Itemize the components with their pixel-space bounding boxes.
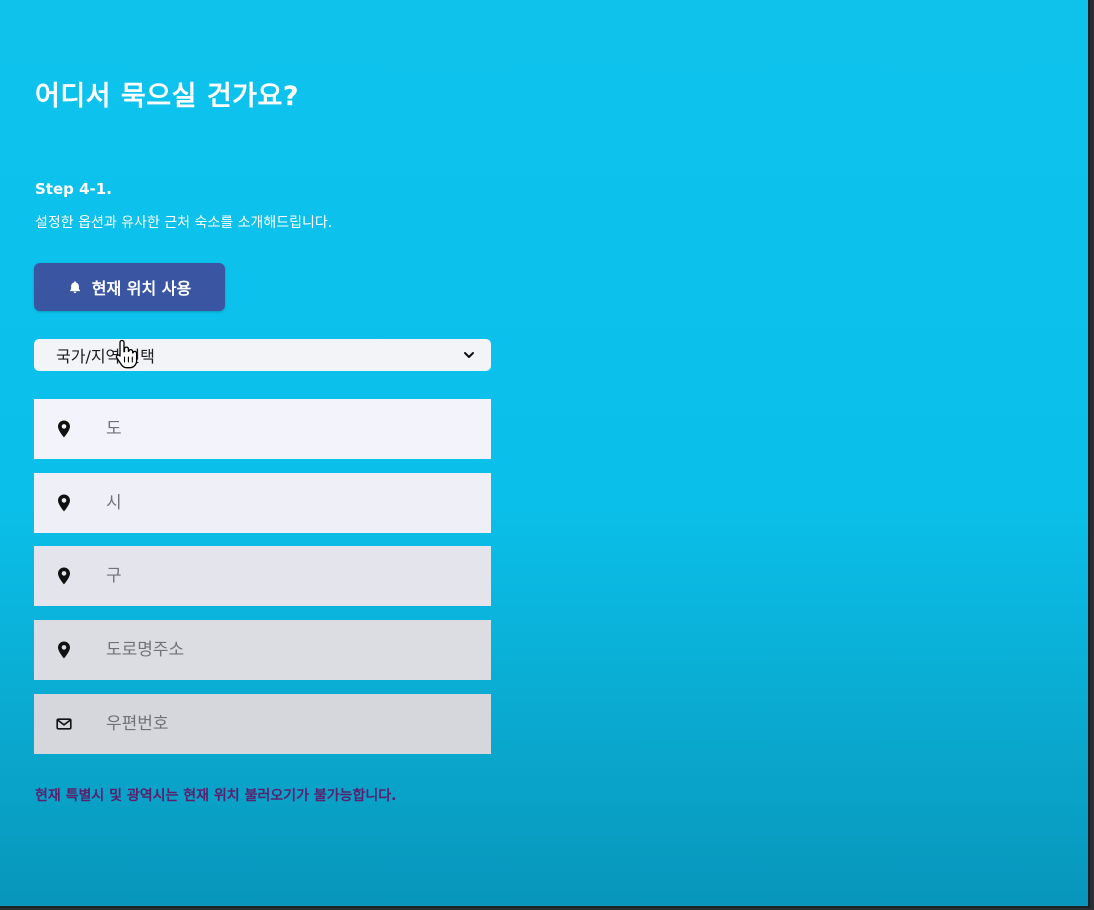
- street-address-field[interactable]: [34, 620, 491, 680]
- city-input[interactable]: [104, 492, 468, 514]
- page-container: 어디서 묵으실 건가요? Step 4-1. 설정한 옵션과 유사한 근처 숙소…: [0, 0, 1090, 908]
- location-notice: 현재 특별시 및 광역시는 현재 위치 불러오기가 불가능합니다.: [35, 788, 397, 804]
- step-description: 설정한 옵션과 유사한 근처 숙소를 소개해드립니다.: [35, 215, 333, 231]
- map-pin-icon: [56, 420, 72, 438]
- hand-cursor-icon: [115, 338, 139, 370]
- bell-icon: [68, 280, 82, 294]
- street-address-input[interactable]: [104, 639, 468, 661]
- postal-code-field[interactable]: [34, 694, 491, 754]
- district-field[interactable]: [34, 546, 491, 606]
- district-input[interactable]: [104, 565, 468, 587]
- country-region-select[interactable]: 국가/지역 선택: [34, 339, 491, 371]
- city-field[interactable]: [34, 473, 491, 533]
- map-pin-icon: [56, 567, 72, 585]
- province-field[interactable]: [34, 399, 491, 459]
- country-region-select-value: 국가/지역 선택: [56, 347, 155, 366]
- use-current-location-button[interactable]: 현재 위치 사용: [34, 263, 225, 311]
- step-label: Step 4-1.: [35, 180, 112, 198]
- envelope-icon: [56, 715, 72, 733]
- use-current-location-label: 현재 위치 사용: [91, 279, 192, 298]
- province-input[interactable]: [104, 418, 468, 440]
- page-title: 어디서 묵으실 건가요?: [35, 81, 300, 112]
- postal-code-input[interactable]: [104, 713, 468, 735]
- map-pin-icon: [56, 641, 72, 659]
- chevron-down-icon: [463, 349, 475, 361]
- map-pin-icon: [56, 494, 72, 512]
